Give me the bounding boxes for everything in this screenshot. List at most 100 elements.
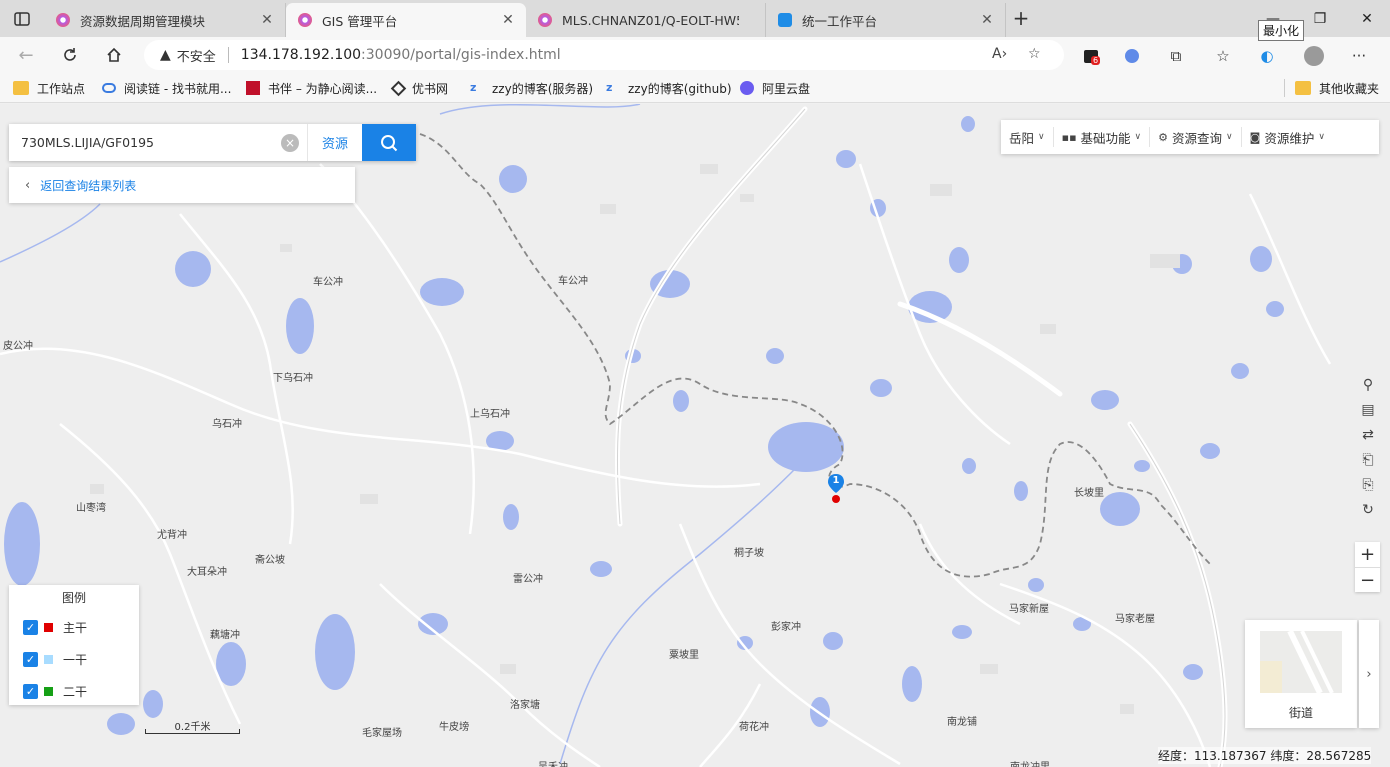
place-label: 斋公坡 <box>255 555 285 566</box>
collections-button[interactable]: ◐ <box>1256 45 1278 67</box>
search-button[interactable] <box>362 124 416 161</box>
home-button[interactable] <box>100 42 128 68</box>
tab-favicon-icon <box>778 13 792 27</box>
place-label: 乌石冲 <box>212 419 242 430</box>
refresh-tool-icon[interactable]: ↻ <box>1356 497 1380 522</box>
back-button[interactable]: ← <box>12 42 40 68</box>
tab-mls[interactable]: MLS.CHNANZ01/Q-EOLT-HW580 <box>526 3 766 37</box>
tab-strip: 资源数据周期管理模块 ✕ GIS 管理平台 ✕ MLS.CHNANZ01/Q-E… <box>0 0 1390 41</box>
tab-resource-cycle[interactable]: 资源数据周期管理模块 ✕ <box>44 3 286 37</box>
buildings <box>90 164 1180 714</box>
place-label: 皮公冲 <box>3 341 33 352</box>
place-label: 雷公冲 <box>513 574 543 585</box>
place-label: 牛皮塝 <box>439 722 469 733</box>
function-menu: 岳阳 ∨ ▪▪ 基础功能 ∨ ⚙ 资源查询 ∨ ◙ 资源维护 ∨ <box>1001 120 1379 154</box>
menu-resource-maintenance[interactable]: ◙ 资源维护 ∨ <box>1242 127 1333 147</box>
basemap-expand-button[interactable]: › <box>1359 620 1379 728</box>
bookmark-item[interactable]: z zzy的博客(服务器) <box>470 79 593 97</box>
tab-actions-icon <box>14 12 30 26</box>
tab-title: 资源数据周期管理模块 <box>80 13 206 29</box>
bookmark-item[interactable]: 书伴 – 为静心阅读... <box>246 79 377 97</box>
bookmark-item[interactable]: 优书网 <box>390 79 448 97</box>
book-icon <box>246 81 260 95</box>
menu-basic-functions[interactable]: ▪▪ 基础功能 ∨ <box>1054 127 1151 147</box>
import-tool-icon[interactable]: ⎗ <box>1356 447 1380 472</box>
place-label: 上乌石冲 <box>470 409 510 420</box>
menu-button[interactable]: ··· <box>1348 45 1370 67</box>
place-label: 荷花冲 <box>739 722 769 733</box>
place-label: 马家老屋 <box>1115 614 1155 625</box>
legend-item[interactable]: ✓ 主干 <box>9 611 139 643</box>
media-button[interactable] <box>1121 45 1143 67</box>
extension-badge-button[interactable]: 6 <box>1080 45 1102 67</box>
legend-title: 图例 <box>61 591 86 605</box>
magnifier-tool-icon[interactable]: ⚲ <box>1356 372 1380 397</box>
search-scope-selector[interactable]: 资源 <box>307 124 362 161</box>
favorite-add-icon[interactable]: ☆ <box>1028 46 1041 62</box>
basemap-switcher[interactable]: 街道 <box>1245 620 1357 728</box>
database-icon: ◙ <box>1249 130 1261 144</box>
main-road-outline <box>616 108 1226 767</box>
security-label: 不安全 <box>176 49 216 65</box>
read-aloud-icon[interactable]: A› <box>992 46 1007 62</box>
bookmark-item[interactable]: 阅读链 - 找书就用... <box>102 79 231 97</box>
reload-button[interactable] <box>56 42 84 68</box>
tab-unified-workspace[interactable]: 统一工作平台 ✕ <box>766 3 1006 37</box>
new-tab-button[interactable]: + <box>1010 8 1032 30</box>
legend-panel: 图例 ✓ 主干 ✓ 一干 ✓ 二干 <box>9 585 139 705</box>
place-label: 南龙铺 <box>947 717 977 728</box>
other-bookmarks[interactable]: 其他收藏夹 <box>1284 79 1379 97</box>
tab-title: MLS.CHNANZ01/Q-EOLT-HW580 <box>562 12 739 28</box>
tab-actions-button[interactable] <box>6 6 38 32</box>
zoom-out-button[interactable]: − <box>1355 567 1380 592</box>
chevron-down-icon: ∨ <box>1226 132 1233 142</box>
menu-resource-query[interactable]: ⚙ 资源查询 ∨ <box>1150 127 1242 147</box>
url-host: 134.178.192.100 <box>240 47 362 63</box>
bookmark-item[interactable]: z zzy的博客(github) <box>606 79 732 97</box>
favorites-icon: ☆ <box>1216 47 1230 65</box>
close-window-button[interactable]: ✕ <box>1344 0 1390 37</box>
tab-title: 统一工作平台 <box>802 13 878 29</box>
clear-icon[interactable]: × <box>281 133 299 152</box>
close-tab-icon[interactable]: ✕ <box>979 12 995 28</box>
place-label: 大耳朵冲 <box>187 567 227 578</box>
checkbox-checked-icon[interactable]: ✓ <box>23 683 38 699</box>
place-label: 桐子坡 <box>734 548 764 559</box>
back-label: 返回查询结果列表 <box>40 178 137 193</box>
bookmark-item[interactable]: 阿里云盘 <box>740 79 810 97</box>
bookmark-item[interactable]: 工作站点 <box>13 79 85 97</box>
city-selector[interactable]: 岳阳 ∨ <box>1001 127 1054 147</box>
chevron-down-icon: ∨ <box>1318 132 1325 142</box>
legend-item[interactable]: ✓ 一干 <box>9 643 139 675</box>
bookmarks-bar: 工作站点 阅读链 - 找书就用... 书伴 – 为静心阅读... 优书网 z zz… <box>0 73 1390 103</box>
play-icon <box>1125 49 1139 63</box>
checkbox-checked-icon[interactable]: ✓ <box>23 651 38 667</box>
address-bar[interactable]: ▲ 不安全 134.178.192.100 :30090/portal/gis-… <box>144 40 1064 70</box>
tab-gis-platform[interactable]: GIS 管理平台 ✕ <box>286 3 526 37</box>
ruler-tool-icon[interactable]: ▤ <box>1356 397 1380 422</box>
close-tab-icon[interactable]: ✕ <box>259 12 275 28</box>
export-tool-icon[interactable]: ⎘ <box>1356 472 1380 497</box>
chevron-down-icon: ∨ <box>1038 132 1045 142</box>
place-label: 长坡里 <box>1074 488 1104 499</box>
back-to-results-button[interactable]: ‹ 返回查询结果列表 <box>9 167 355 203</box>
favorites-button[interactable]: ☆ <box>1212 45 1234 67</box>
zz-icon: z <box>606 81 613 94</box>
extensions-button[interactable]: ⧉ <box>1165 45 1187 67</box>
main-roads <box>614 106 1228 767</box>
basemap-thumbnail <box>1260 631 1342 693</box>
checkbox-checked-icon[interactable]: ✓ <box>23 619 38 635</box>
legend-item[interactable]: ✓ 二干 <box>9 675 139 707</box>
search-input[interactable]: 730MLS.LIJIA/GF0195 <box>21 135 281 150</box>
map-canvas[interactable]: 车公冲 车公冲 皮公冲 下乌石冲 上乌石冲 乌石冲 山枣湾 尤背冲 斋公坡 大耳… <box>0 104 1390 767</box>
map-basemap <box>0 104 1332 767</box>
location-marker[interactable]: 1 <box>826 473 846 503</box>
zoom-in-button[interactable]: + <box>1355 542 1380 567</box>
profile-button[interactable] <box>1303 45 1325 67</box>
folder-icon <box>1295 81 1311 95</box>
close-tab-icon[interactable]: ✕ <box>500 12 516 28</box>
link-icon <box>102 83 116 93</box>
minimize-tooltip: 最小化 <box>1258 20 1305 41</box>
swap-tool-icon[interactable]: ⇄ <box>1356 422 1380 447</box>
home-icon <box>107 47 121 62</box>
